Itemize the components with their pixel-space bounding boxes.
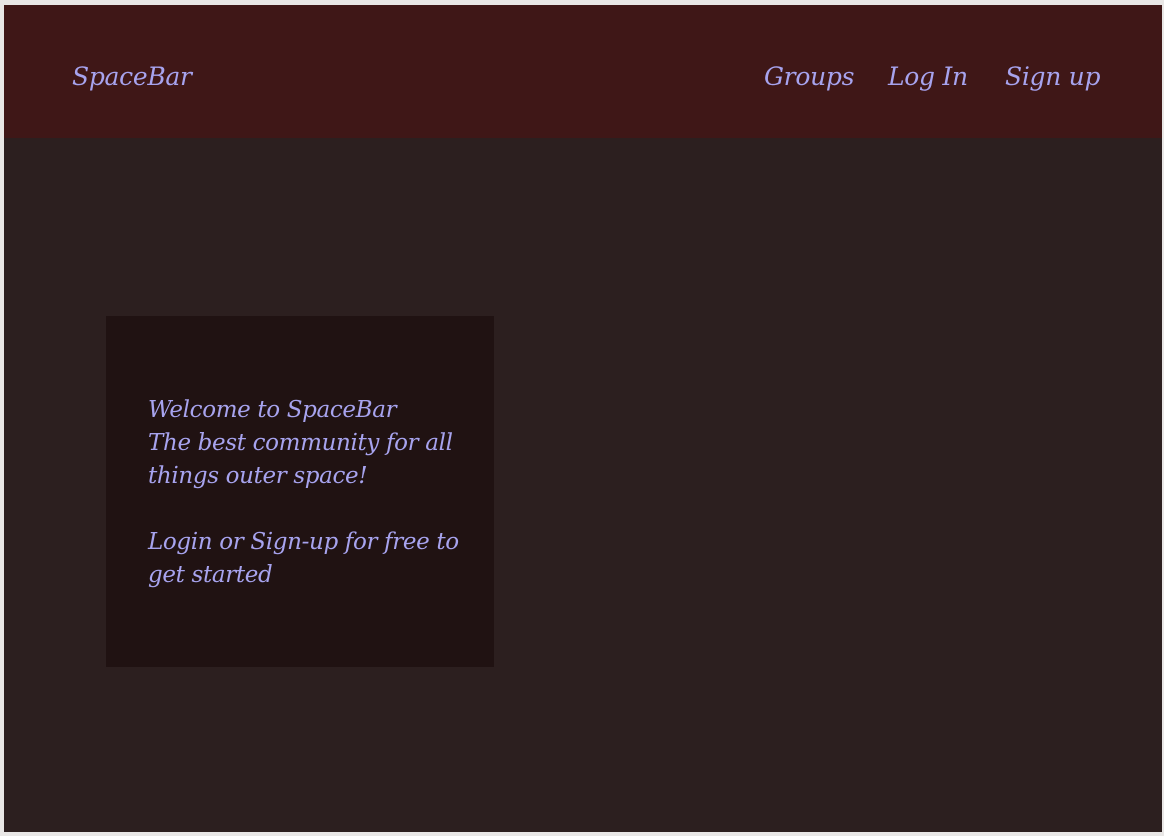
welcome-text: Welcome to SpaceBar The best community f… xyxy=(148,394,483,592)
welcome-title: Welcome to SpaceBar xyxy=(148,397,397,423)
sign-up-link[interactable]: Sign up xyxy=(1005,61,1100,93)
welcome-subtitle: The best community for all things outer … xyxy=(148,430,453,489)
text-spacer xyxy=(148,493,483,526)
app-frame: SpaceBar Groups Log In Sign up Welcome t… xyxy=(4,5,1162,832)
top-navbar: SpaceBar Groups Log In Sign up xyxy=(4,5,1162,138)
welcome-card: Welcome to SpaceBar The best community f… xyxy=(106,316,494,667)
log-in-link[interactable]: Log In xyxy=(888,61,968,93)
signup-prompt: Login or Sign-up for free to get started xyxy=(148,529,459,588)
groups-link[interactable]: Groups xyxy=(764,61,854,93)
brand-link[interactable]: SpaceBar xyxy=(72,61,192,93)
